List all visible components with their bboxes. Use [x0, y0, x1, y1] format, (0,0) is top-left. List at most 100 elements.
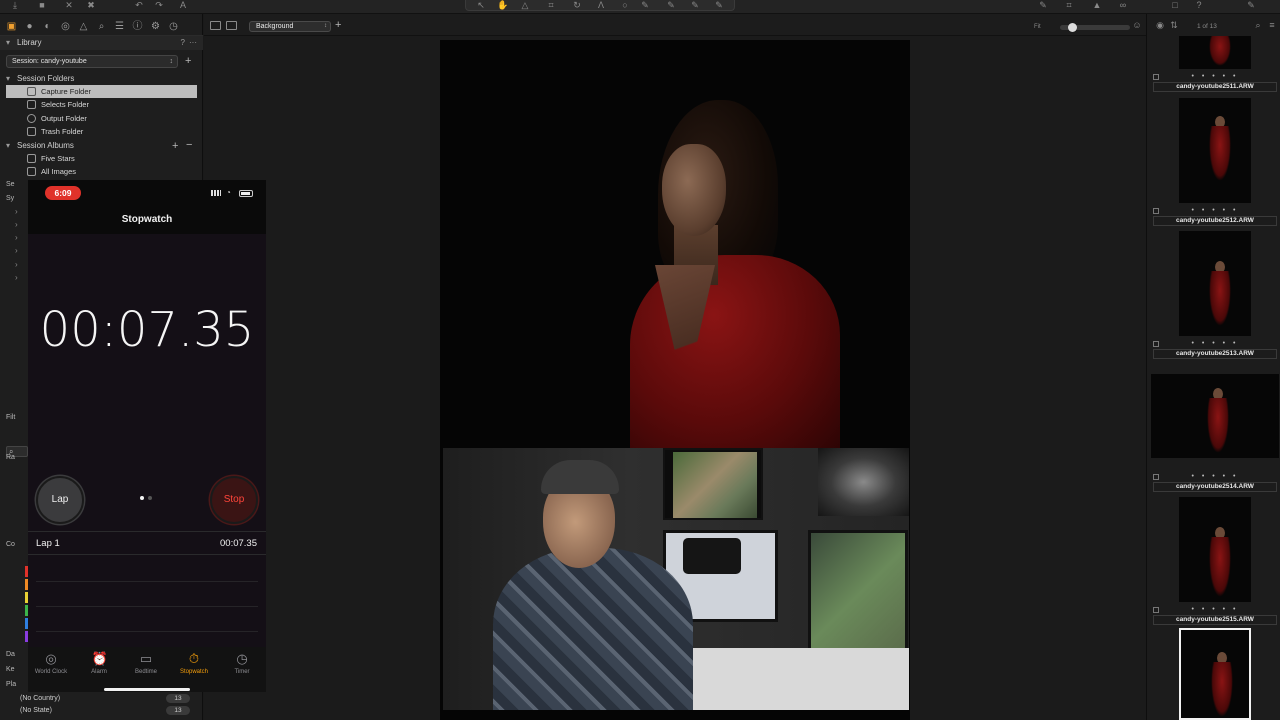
thumbnail-image[interactable] — [1151, 374, 1279, 458]
tree-expand-icon[interactable]: › — [15, 273, 18, 282]
thumbnail-item[interactable]: • • • • • candy-youtube2511.ARW — [1151, 36, 1279, 96]
thumbnail-image[interactable] — [1179, 98, 1251, 203]
star-rating[interactable]: • • • • • — [1151, 73, 1279, 80]
tab-timer[interactable]: ◷ Timer — [219, 651, 265, 681]
brush-icon[interactable]: ✎ — [638, 0, 652, 10]
home-indicator[interactable] — [104, 688, 190, 691]
crop-icon[interactable]: ⌗ — [544, 0, 558, 10]
album-item-five-stars[interactable]: Five Stars — [6, 152, 197, 165]
eye-icon[interactable]: ◉ — [1153, 20, 1167, 30]
star-rating[interactable]: • • • • • — [1151, 606, 1279, 613]
thumbnail-image[interactable] — [1179, 628, 1251, 720]
auto-adjust-icon[interactable]: A — [176, 0, 190, 10]
more-icon[interactable]: ··· — [189, 36, 197, 50]
lens-tab-icon[interactable]: ◐ — [41, 20, 54, 33]
thumbnail-item[interactable]: • • • • • candy-youtube2512.ARW — [1151, 96, 1279, 229]
place-row[interactable]: (No Country) 13 — [20, 693, 200, 704]
zoom-slider-knob[interactable] — [1068, 23, 1077, 32]
capture-icon[interactable]: ■ — [35, 0, 49, 10]
star-rating[interactable]: • • • • • — [1151, 207, 1279, 214]
zoom-slider[interactable] — [1060, 23, 1130, 32]
tab-alarm[interactable]: ⏰ Alarm — [76, 651, 122, 681]
folder-item-trash[interactable]: Trash Folder — [6, 125, 197, 138]
gradient-mask-icon[interactable]: ✎ — [688, 0, 702, 10]
thumbnail-image[interactable] — [1179, 231, 1251, 336]
search-icon[interactable]: ⌕ — [1251, 20, 1265, 30]
batch-tab-icon[interactable]: ◷ — [167, 20, 180, 33]
session-folders-header[interactable]: Session Folders — [0, 73, 203, 85]
tree-expand-icon[interactable]: › — [15, 220, 18, 229]
keyword-section-label[interactable]: Ke — [6, 666, 15, 673]
add-album-icon[interactable]: + — [172, 141, 178, 152]
output-tab-icon[interactable]: ⚙ — [149, 20, 162, 33]
rating-section-label[interactable]: Ra — [6, 454, 15, 461]
tree-expand-icon[interactable]: › — [15, 207, 18, 216]
place-row[interactable]: (No State) 13 — [20, 705, 200, 716]
redo-icon[interactable]: ↷ — [152, 0, 166, 10]
remove-album-icon[interactable]: − — [186, 140, 192, 151]
stop-button[interactable]: Stop — [210, 476, 258, 524]
layout-icon[interactable]: □ — [1168, 0, 1182, 10]
delete-icon[interactable]: ✕ — [62, 0, 76, 10]
collapsed-section-label[interactable]: Sy — [6, 195, 14, 202]
eraser-icon[interactable]: ✎ — [664, 0, 678, 10]
pan-hand-icon[interactable]: ✋ — [496, 0, 510, 10]
page-dots[interactable] — [140, 496, 156, 502]
filter-icon[interactable]: ≡ — [1265, 20, 1279, 30]
warning-icon[interactable]: ▲ — [1090, 0, 1104, 10]
date-section-label[interactable]: Da — [6, 651, 15, 658]
details-tab-icon[interactable]: ⌕ — [95, 20, 108, 33]
rotate-icon[interactable]: ↻ — [570, 0, 584, 10]
exposure-tab-icon[interactable]: △ — [77, 20, 90, 33]
help-icon[interactable]: ? — [1192, 0, 1206, 10]
library-header[interactable]: Library ? ··· — [0, 36, 203, 50]
thumbnail-image[interactable] — [1179, 36, 1251, 69]
undo-icon[interactable]: ↶ — [132, 0, 146, 10]
thumbnail-item-selected[interactable] — [1151, 626, 1279, 720]
sort-icon[interactable]: ⇅ — [1167, 20, 1181, 30]
zoom-fit-label[interactable]: Fit — [1034, 24, 1041, 30]
add-session-icon[interactable]: + — [185, 56, 191, 67]
color-section-label[interactable]: Co — [6, 541, 15, 548]
keystone-icon[interactable]: Λ — [594, 0, 608, 10]
thumbnail-item[interactable]: • • • • • candy-youtube2514.ARW — [1151, 362, 1279, 495]
background-select[interactable]: Background — [249, 21, 331, 32]
adjustments-tab-icon[interactable]: ☰ — [113, 20, 126, 33]
folder-item-capture[interactable]: Capture Folder — [6, 85, 197, 98]
grid-view-icon[interactable] — [210, 21, 221, 30]
star-rating[interactable]: • • • • • — [1151, 340, 1279, 347]
picker-icon[interactable]: ✎ — [712, 0, 726, 10]
folder-item-selects[interactable]: Selects Folder — [6, 98, 197, 111]
place-section-label[interactable]: Pla — [6, 681, 16, 688]
proof-icon[interactable]: ∞ — [1116, 0, 1130, 10]
thumbnail-image[interactable] — [1179, 497, 1251, 602]
tab-bedtime[interactable]: ▭ Bedtime — [123, 651, 169, 681]
user-icon[interactable]: ☺ — [1130, 20, 1144, 30]
thumbnail-item[interactable]: • • • • • candy-youtube2515.ARW — [1151, 495, 1279, 628]
loupe-icon[interactable]: △ — [518, 0, 532, 10]
tab-stopwatch[interactable]: ⏱ Stopwatch — [171, 651, 217, 681]
import-icon[interactable]: ⤓ — [8, 0, 22, 10]
edit-icon[interactable]: ✎ — [1036, 0, 1050, 10]
collapsed-section-label[interactable]: Se — [6, 181, 15, 188]
spot-removal-icon[interactable]: ○ — [618, 0, 632, 10]
folder-item-output[interactable]: Output Folder — [6, 112, 197, 125]
filters-section-label[interactable]: Filt — [6, 414, 15, 421]
grid-icon[interactable]: ⌗ — [1062, 0, 1076, 10]
session-dropdown[interactable]: Session: candy-youtube — [6, 55, 178, 68]
library-tab-icon[interactable]: ▣ — [5, 20, 18, 33]
thumbnail-item[interactable]: • • • • • candy-youtube2513.ARW — [1151, 229, 1279, 362]
capture-tab-icon[interactable]: ● — [23, 20, 36, 33]
star-rating[interactable]: • • • • • — [1151, 473, 1279, 480]
add-variant-icon[interactable]: + — [335, 20, 341, 31]
help-icon[interactable]: ? — [181, 36, 185, 50]
tree-expand-icon[interactable]: › — [15, 260, 18, 269]
main-photo[interactable] — [440, 40, 910, 720]
pen-icon[interactable]: ✎ — [1244, 0, 1258, 10]
tree-expand-icon[interactable]: › — [15, 233, 18, 242]
lap-button[interactable]: Lap — [36, 476, 84, 524]
metadata-tab-icon[interactable]: ⓘ — [131, 20, 144, 33]
single-view-icon[interactable] — [226, 21, 237, 30]
tree-expand-icon[interactable]: › — [15, 246, 18, 255]
close-icon[interactable]: ✖ — [84, 0, 98, 10]
